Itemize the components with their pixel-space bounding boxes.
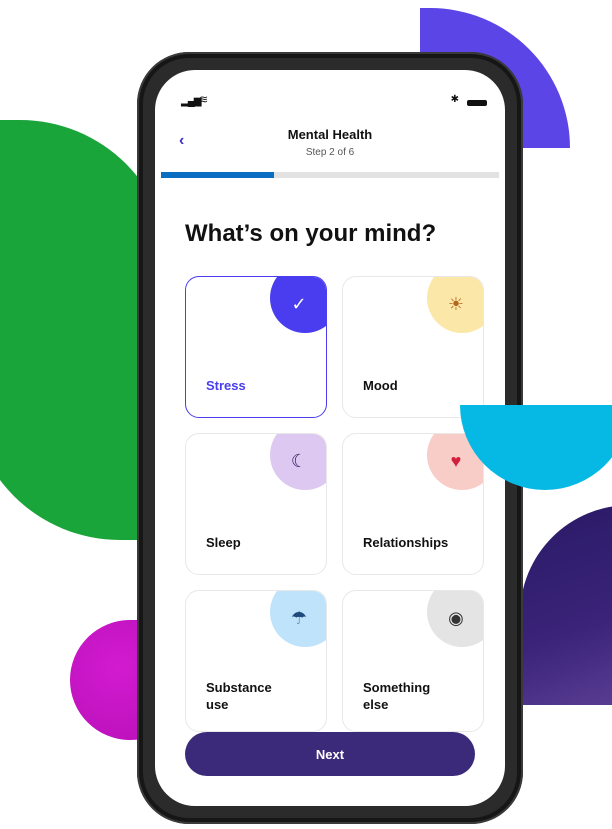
- signal-icon: ▂▄▆: [181, 96, 201, 107]
- wifi-icon: ≋: [199, 94, 209, 106]
- progress-fill: [161, 172, 274, 178]
- sun-icon: ☀: [427, 277, 483, 333]
- option-label: Mood: [363, 378, 398, 393]
- phone-bezel: ▂▄▆ ≋ ✱ ‹ Mental Health Step 2 of 6 What…: [143, 58, 517, 818]
- bluetooth-icon: ✱: [450, 94, 459, 105]
- option-label: Stress: [206, 378, 246, 393]
- option-label: Something else: [363, 680, 431, 712]
- moon-icon: ☾: [270, 434, 326, 490]
- option-card-relationships[interactable]: ♥ Relationships: [342, 433, 484, 575]
- page-title: Mental Health: [287, 127, 373, 142]
- step-indicator: Step 2 of 6: [305, 147, 355, 158]
- option-card-sleep[interactable]: ☾ Sleep: [185, 433, 327, 575]
- option-card-stress[interactable]: ✓ Stress: [185, 276, 327, 418]
- option-label: Substance use: [206, 680, 272, 712]
- option-card-substance-use[interactable]: ☂ Substance use: [185, 590, 327, 732]
- decor-indigo-shape: [520, 505, 612, 705]
- status-bar: ▂▄▆ ≋ ✱: [155, 70, 505, 114]
- option-label: Relationships: [363, 535, 449, 550]
- umbrella-icon: ☂: [270, 591, 326, 647]
- circle-icon: ◉: [427, 591, 483, 647]
- battery-icon: [467, 100, 487, 106]
- progress-bar: [161, 172, 499, 178]
- question-heading: What’s on your mind?: [185, 220, 437, 247]
- phone-frame: ▂▄▆ ≋ ✱ ‹ Mental Health Step 2 of 6 What…: [137, 52, 523, 824]
- option-card-something-else[interactable]: ◉ Something else: [342, 590, 484, 732]
- phone-screen: ▂▄▆ ≋ ✱ ‹ Mental Health Step 2 of 6 What…: [155, 70, 505, 806]
- option-label: Sleep: [206, 535, 241, 550]
- option-card-mood[interactable]: ☀ Mood: [342, 276, 484, 418]
- next-button[interactable]: Next: [185, 732, 475, 776]
- check-icon: ✓: [270, 277, 326, 333]
